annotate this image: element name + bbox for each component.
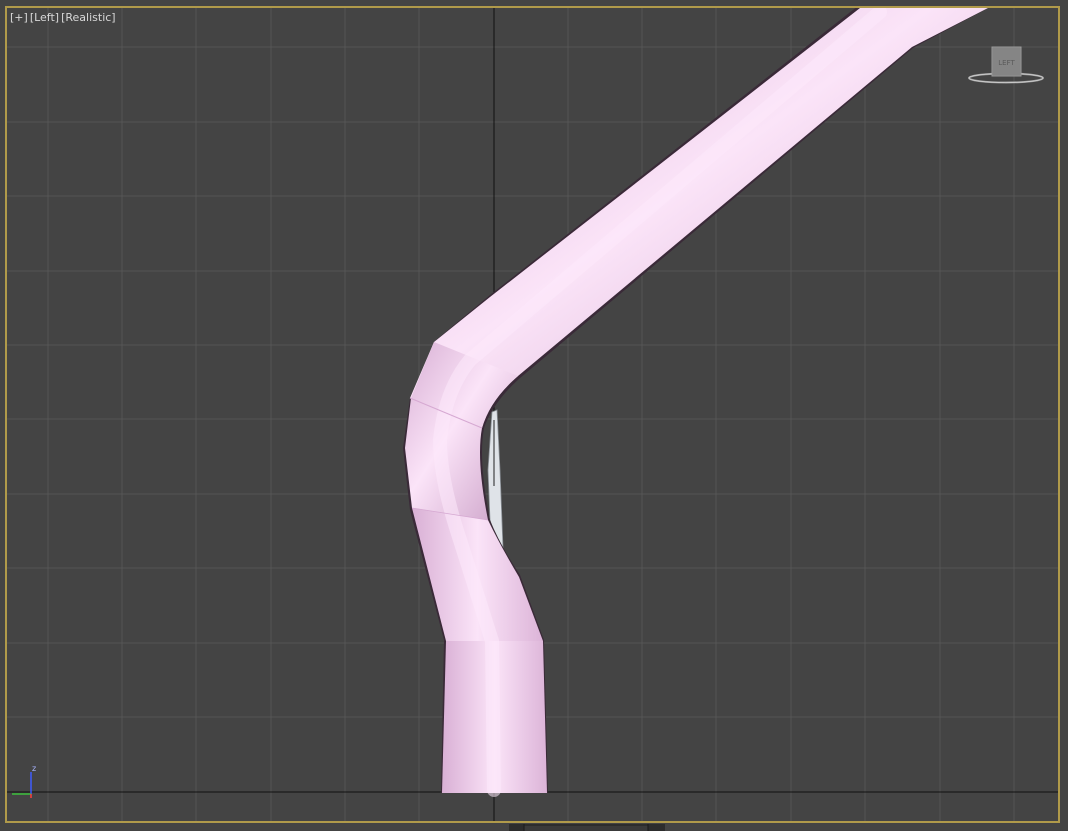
- axis-z-label: z: [32, 764, 36, 773]
- pink-tube-object[interactable]: [403, 6, 992, 797]
- viewport-bottom-tabs[interactable]: [509, 824, 665, 831]
- viewcube-icon[interactable]: LEFT: [968, 44, 1044, 86]
- viewport-menu-general[interactable]: [+]: [10, 11, 28, 24]
- viewport-menu-point-of-view[interactable]: [Left]: [30, 11, 59, 24]
- viewcube-face-label: LEFT: [998, 59, 1015, 67]
- viewport-scene[interactable]: z: [0, 0, 1068, 831]
- axis-tripod-icon: z: [12, 764, 36, 798]
- viewport-label-menu: [+] [Left] [Realistic]: [10, 11, 116, 24]
- viewport-left-realistic[interactable]: z [+] [Left] [Realistic] LEFT: [0, 0, 1068, 831]
- viewport-menu-shading[interactable]: [Realistic]: [61, 11, 116, 24]
